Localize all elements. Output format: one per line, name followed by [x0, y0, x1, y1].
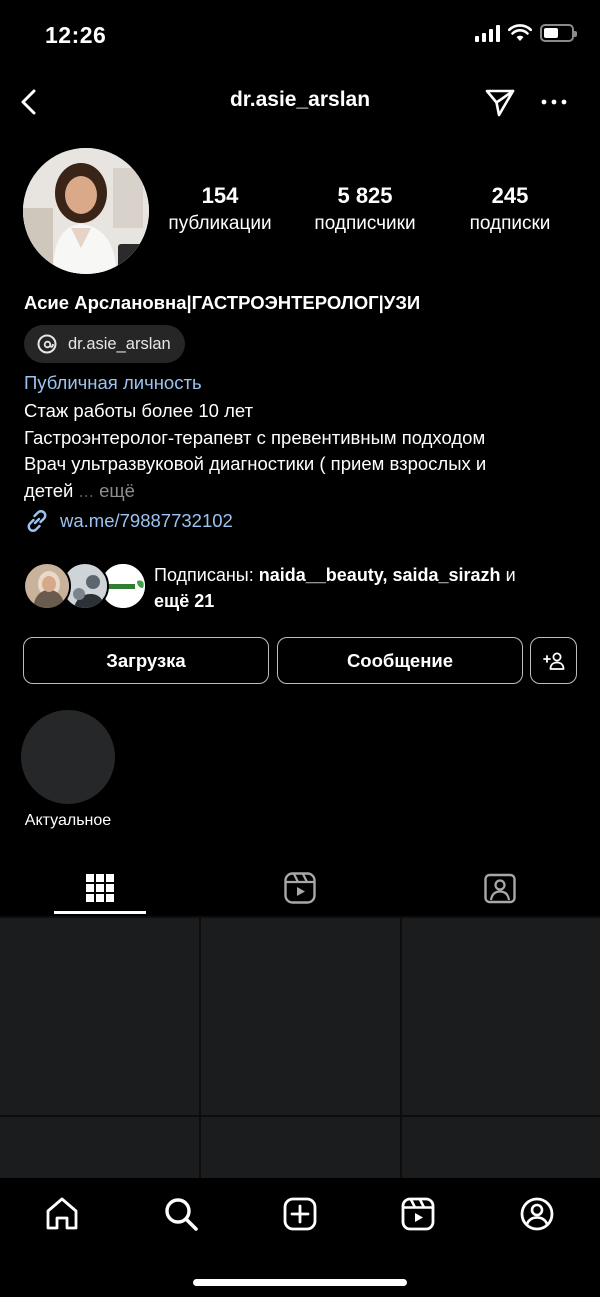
mutual-followers[interactable]: Подписаны: naida__beauty, saida_sirazh и…	[23, 562, 583, 612]
home-icon[interactable]	[42, 1194, 82, 1234]
tagged-icon	[484, 873, 516, 904]
tab-tagged[interactable]	[400, 860, 600, 916]
search-icon[interactable]	[161, 1194, 201, 1234]
more-icon[interactable]	[538, 86, 570, 118]
link-text[interactable]: wa.me/79887732102	[60, 510, 233, 532]
tab-reels[interactable]	[200, 860, 400, 916]
threads-badge[interactable]: dr.asie_arslan	[24, 325, 185, 363]
stat-posts-value: 154	[201, 183, 239, 208]
message-button[interactable]: Сообщение	[277, 637, 523, 684]
reels-icon	[284, 872, 316, 904]
profile-name: Асие Арслановна|ГАСТРОЭНТЕРОЛОГ|УЗИ	[24, 292, 421, 313]
post-thumbnail[interactable]	[402, 1117, 600, 1178]
story-highlight[interactable]: Актуальное	[18, 710, 118, 830]
battery-icon	[540, 24, 577, 42]
stat-following-label: подписки	[469, 213, 551, 234]
stat-followers-label: подписчики	[314, 213, 416, 234]
create-icon[interactable]	[280, 1194, 320, 1234]
highlight-label: Актуальное	[24, 812, 112, 829]
post-thumbnail[interactable]	[402, 918, 600, 1115]
suggest-people-button[interactable]	[530, 637, 577, 684]
link-icon	[27, 510, 47, 532]
stat-posts[interactable]: 154 публикации	[150, 183, 290, 235]
post-thumbnail[interactable]	[0, 918, 199, 1115]
grid-icon	[86, 874, 114, 902]
avatar[interactable]	[23, 148, 149, 274]
bio-more-link[interactable]: ещё	[99, 480, 135, 501]
post-thumbnail[interactable]	[201, 1117, 400, 1178]
status-time: 12:26	[45, 22, 107, 48]
mutual-follower-names[interactable]: naida__beauty, saida_sirazh	[259, 565, 501, 585]
add-person-icon	[542, 652, 564, 670]
send-icon[interactable]	[482, 84, 518, 120]
threads-icon	[37, 334, 57, 354]
status-icons	[475, 24, 577, 42]
upload-button[interactable]: Загрузка	[23, 637, 269, 684]
active-tab-indicator	[54, 911, 146, 914]
post-thumbnail[interactable]	[0, 1117, 199, 1178]
signal-icon	[475, 24, 500, 42]
profile-icon[interactable]	[517, 1194, 557, 1234]
threads-handle: dr.asie_arslan	[68, 334, 171, 353]
post-thumbnail[interactable]	[201, 918, 400, 1115]
tab-grid[interactable]	[0, 860, 200, 916]
mutual-followers-text: Подписаны: naida__beauty, saida_sirazh и…	[154, 565, 516, 611]
wifi-icon	[508, 24, 532, 41]
stat-followers-value: 5 825	[337, 183, 393, 208]
bio-line: Гастроэнтеролог-терапевт с превентивным …	[24, 426, 486, 448]
stat-following[interactable]: 245 подписки	[440, 183, 580, 235]
bio-last-text: детей	[24, 479, 74, 501]
reels-icon[interactable]	[398, 1194, 438, 1234]
posts-grid	[0, 916, 600, 1178]
profile-link[interactable]: wa.me/79887732102	[24, 508, 233, 534]
avatar	[23, 562, 71, 610]
content-tabs	[0, 860, 600, 916]
mutual-followers-more[interactable]: ещё 21	[154, 591, 214, 611]
status-bar: 12:26	[0, 0, 600, 70]
profile-category: Публичная личность	[24, 372, 202, 393]
stat-followers[interactable]: 5 825 подписчики	[295, 183, 435, 235]
header: dr.asie_arslan	[0, 78, 600, 126]
bio-line: Стаж работы более 10 лет	[24, 400, 254, 421]
home-indicator	[193, 1279, 407, 1286]
bio: Стаж работы более 10 лет Гастроэнтеролог…	[24, 398, 584, 504]
bio-line: детей ... ещё	[24, 479, 135, 501]
stat-posts-label: публикации	[168, 213, 272, 234]
bio-line: Врач ультразвуковой диагностики ( прием …	[24, 453, 487, 474]
stat-following-value: 245	[491, 183, 529, 208]
highlight-cover[interactable]	[21, 710, 115, 804]
